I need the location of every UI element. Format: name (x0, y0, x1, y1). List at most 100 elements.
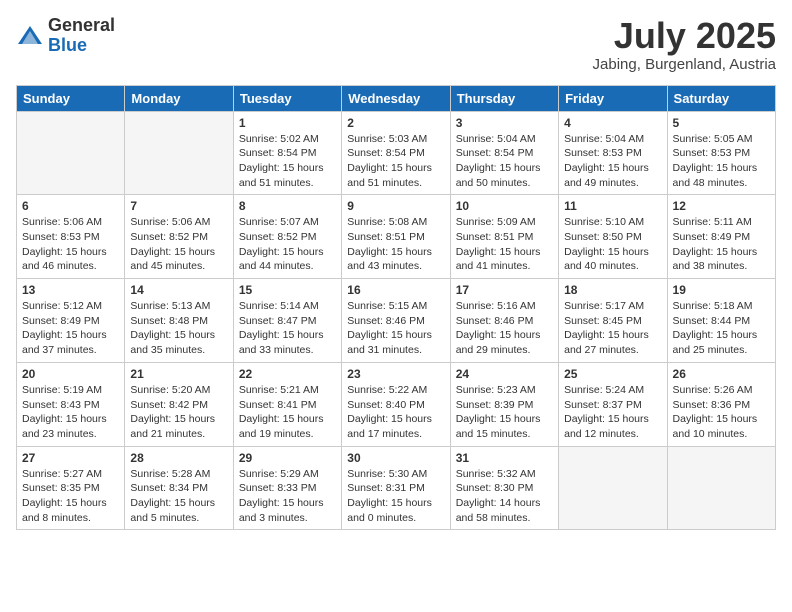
day-of-week-header: Thursday (450, 85, 558, 111)
day-info: Sunrise: 5:02 AMSunset: 8:54 PMDaylight:… (239, 132, 336, 191)
sunrise-text: Sunrise: 5:04 AM (564, 132, 661, 147)
sunset-text: Sunset: 8:33 PM (239, 481, 336, 496)
daylight-text: Daylight: 15 hours and 40 minutes. (564, 245, 661, 274)
sunset-text: Sunset: 8:53 PM (22, 230, 119, 245)
sunrise-text: Sunrise: 5:26 AM (673, 383, 770, 398)
sunrise-text: Sunrise: 5:14 AM (239, 299, 336, 314)
calendar-week-row: 6Sunrise: 5:06 AMSunset: 8:53 PMDaylight… (17, 195, 776, 279)
sunrise-text: Sunrise: 5:02 AM (239, 132, 336, 147)
day-number: 28 (130, 451, 227, 465)
sunset-text: Sunset: 8:31 PM (347, 481, 444, 496)
day-number: 17 (456, 283, 553, 297)
day-info: Sunrise: 5:14 AMSunset: 8:47 PMDaylight:… (239, 299, 336, 358)
daylight-text: Daylight: 15 hours and 19 minutes. (239, 412, 336, 441)
day-of-week-header: Tuesday (233, 85, 341, 111)
calendar-day-cell: 1Sunrise: 5:02 AMSunset: 8:54 PMDaylight… (233, 111, 341, 195)
calendar-day-cell: 28 Sunrise: 5:28 AMSunset: 8:34 PMDayligh… (125, 446, 233, 530)
day-number: 2 (347, 116, 444, 130)
calendar-day-cell: 25Sunrise: 5:24 AMSunset: 8:37 PMDayligh… (559, 362, 667, 446)
sunrise-text: Sunrise: 5:04 AM (456, 132, 553, 147)
sunrise-text: Sunrise: 5:13 AM (130, 299, 227, 314)
day-number: 11 (564, 199, 661, 213)
sunset-text: Sunset: 8:36 PM (673, 398, 770, 413)
sunset-text: Sunset: 8:54 PM (456, 146, 553, 161)
sunrise-text: Sunrise: 5:07 AM (239, 215, 336, 230)
sunset-text: Sunset: 8:53 PM (673, 146, 770, 161)
sunrise-text: Sunrise: 5:12 AM (22, 299, 119, 314)
day-info: Sunrise: 5:07 AMSunset: 8:52 PMDaylight:… (239, 215, 336, 274)
day-info: Sunrise: 5:28 AMSunset: 8:34 PMDaylight:… (130, 467, 227, 526)
sunset-text: Sunset: 8:49 PM (22, 314, 119, 329)
sunrise-text: Sunrise: 5:22 AM (347, 383, 444, 398)
logo-general-text: General (48, 15, 115, 35)
sunrise-text: Sunrise: 5:27 AM (22, 467, 119, 482)
day-of-week-header: Sunday (17, 85, 125, 111)
calendar-day-cell: 3Sunrise: 5:04 AMSunset: 8:54 PMDaylight… (450, 111, 558, 195)
sunset-text: Sunset: 8:30 PM (456, 481, 553, 496)
calendar-day-cell (125, 111, 233, 195)
day-number: 19 (673, 283, 770, 297)
calendar-day-cell: 23Sunrise: 5:22 AMSunset: 8:40 PMDayligh… (342, 362, 450, 446)
sunset-text: Sunset: 8:48 PM (130, 314, 227, 329)
day-info: Sunrise: 5:23 AMSunset: 8:39 PMDaylight:… (456, 383, 553, 442)
sunrise-text: Sunrise: 5:09 AM (456, 215, 553, 230)
daylight-text: Daylight: 15 hours and 31 minutes. (347, 328, 444, 357)
calendar-day-cell: 17 Sunrise: 5:16 AMSunset: 8:46 PMDayligh… (450, 279, 558, 363)
daylight-text: Daylight: 15 hours and 12 minutes. (564, 412, 661, 441)
sunset-text: Sunset: 8:46 PM (347, 314, 444, 329)
calendar-day-cell: 2 Sunrise: 5:03 AMSunset: 8:54 PMDaylight… (342, 111, 450, 195)
day-of-week-header: Saturday (667, 85, 775, 111)
day-info: Sunrise: 5:15 AMSunset: 8:46 PMDaylight:… (347, 299, 444, 358)
day-number: 8 (239, 199, 336, 213)
page-header: General Blue July 2025 Jabing, Burgenlan… (16, 16, 776, 73)
calendar-day-cell: 10Sunrise: 5:09 AMSunset: 8:51 PMDayligh… (450, 195, 558, 279)
day-of-week-header: Wednesday (342, 85, 450, 111)
sunset-text: Sunset: 8:40 PM (347, 398, 444, 413)
calendar-day-cell: 13Sunrise: 5:12 AMSunset: 8:49 PMDayligh… (17, 279, 125, 363)
calendar-day-cell: 26 Sunrise: 5:26 AMSunset: 8:36 PMDayligh… (667, 362, 775, 446)
sunset-text: Sunset: 8:37 PM (564, 398, 661, 413)
day-of-week-header: Monday (125, 85, 233, 111)
calendar-week-row: 13Sunrise: 5:12 AMSunset: 8:49 PMDayligh… (17, 279, 776, 363)
day-info: Sunrise: 5:06 AMSunset: 8:53 PMDaylight:… (22, 215, 119, 274)
day-number: 20 (22, 367, 119, 381)
calendar-table: SundayMondayTuesdayWednesdayThursdayFrid… (16, 85, 776, 531)
calendar-day-cell: 31Sunrise: 5:32 AMSunset: 8:30 PMDayligh… (450, 446, 558, 530)
calendar-day-cell: 15Sunrise: 5:14 AMSunset: 8:47 PMDayligh… (233, 279, 341, 363)
calendar-day-cell: 7Sunrise: 5:06 AMSunset: 8:52 PMDaylight… (125, 195, 233, 279)
daylight-text: Daylight: 15 hours and 10 minutes. (673, 412, 770, 441)
calendar-day-cell (17, 111, 125, 195)
calendar-day-cell: 12Sunrise: 5:11 AMSunset: 8:49 PMDayligh… (667, 195, 775, 279)
calendar-day-cell: 16 Sunrise: 5:15 AMSunset: 8:46 PMDayligh… (342, 279, 450, 363)
day-info: Sunrise: 5:03 AMSunset: 8:54 PMDaylight:… (347, 132, 444, 191)
day-number: 18 (564, 283, 661, 297)
calendar-week-row: 20Sunrise: 5:19 AMSunset: 8:43 PMDayligh… (17, 362, 776, 446)
sunrise-text: Sunrise: 5:06 AM (130, 215, 227, 230)
daylight-text: Daylight: 15 hours and 17 minutes. (347, 412, 444, 441)
sunset-text: Sunset: 8:46 PM (456, 314, 553, 329)
day-number: 6 (22, 199, 119, 213)
day-info: Sunrise: 5:05 AMSunset: 8:53 PMDaylight:… (673, 132, 770, 191)
daylight-text: Daylight: 15 hours and 8 minutes. (22, 496, 119, 525)
day-number: 26 (673, 367, 770, 381)
day-number: 25 (564, 367, 661, 381)
sunset-text: Sunset: 8:34 PM (130, 481, 227, 496)
day-info: Sunrise: 5:12 AMSunset: 8:49 PMDaylight:… (22, 299, 119, 358)
sunset-text: Sunset: 8:51 PM (456, 230, 553, 245)
day-number: 12 (673, 199, 770, 213)
day-number: 4 (564, 116, 661, 130)
daylight-text: Daylight: 15 hours and 15 minutes. (456, 412, 553, 441)
calendar-day-cell: 6 Sunrise: 5:06 AMSunset: 8:53 PMDaylight… (17, 195, 125, 279)
sunset-text: Sunset: 8:41 PM (239, 398, 336, 413)
day-info: Sunrise: 5:22 AMSunset: 8:40 PMDaylight:… (347, 383, 444, 442)
calendar-day-cell: 20Sunrise: 5:19 AMSunset: 8:43 PMDayligh… (17, 362, 125, 446)
sunset-text: Sunset: 8:52 PM (239, 230, 336, 245)
sunset-text: Sunset: 8:44 PM (673, 314, 770, 329)
day-info: Sunrise: 5:13 AMSunset: 8:48 PMDaylight:… (130, 299, 227, 358)
day-info: Sunrise: 5:32 AMSunset: 8:30 PMDaylight:… (456, 467, 553, 526)
sunset-text: Sunset: 8:50 PM (564, 230, 661, 245)
calendar-day-cell: 11Sunrise: 5:10 AMSunset: 8:50 PMDayligh… (559, 195, 667, 279)
day-info: Sunrise: 5:16 AMSunset: 8:46 PMDaylight:… (456, 299, 553, 358)
location-subtitle: Jabing, Burgenland, Austria (593, 56, 776, 73)
day-number: 16 (347, 283, 444, 297)
